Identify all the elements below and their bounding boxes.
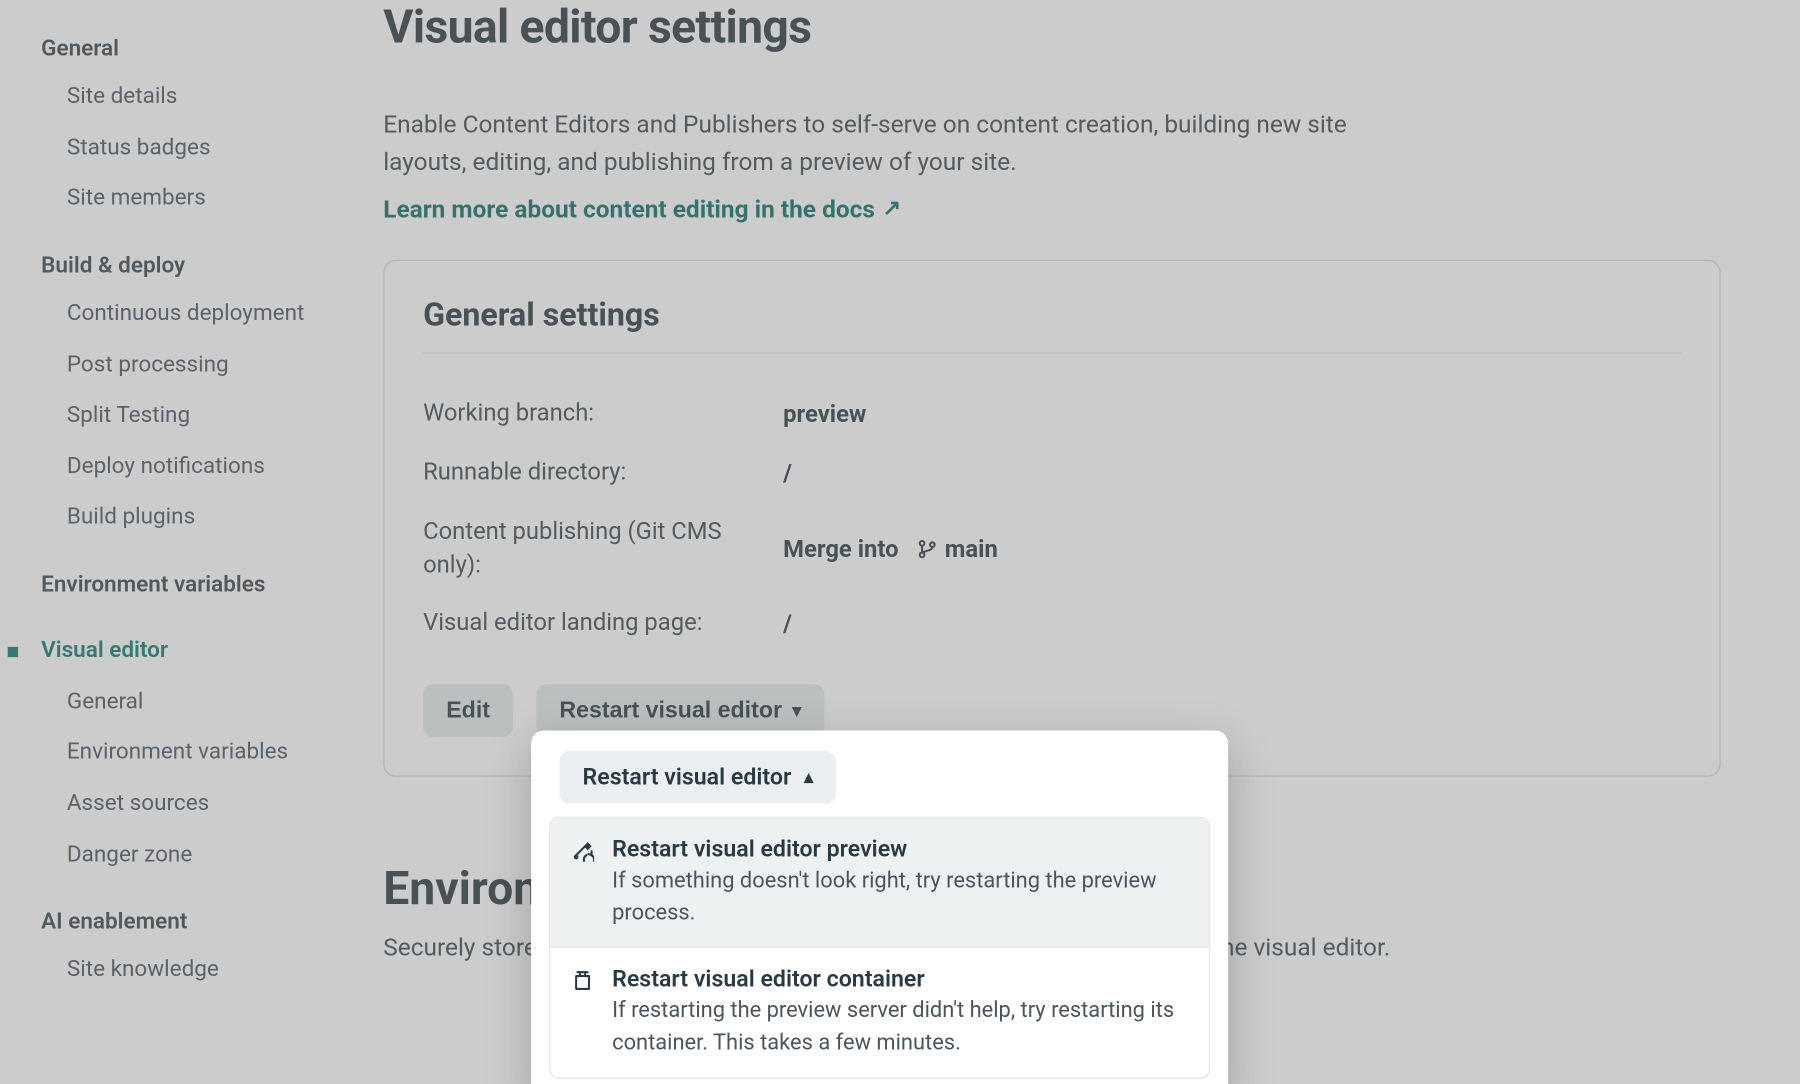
- menu-item-desc: If something doesn't look right, try res…: [612, 865, 1188, 928]
- nav-item-post-processing[interactable]: Post processing: [57, 340, 324, 391]
- chevron-up-icon: ▴: [804, 767, 813, 788]
- restart-menu: Restart visual editor preview If somethi…: [549, 817, 1210, 1079]
- menu-item-title: Restart visual editor container: [612, 966, 1188, 993]
- page-title: Visual editor settings: [383, 0, 1720, 54]
- restart-button-label: Restart visual editor: [559, 697, 782, 724]
- value-content-publishing: Merge into main: [783, 515, 998, 582]
- menu-item-restart-preview[interactable]: Restart visual editor preview If somethi…: [550, 818, 1208, 947]
- value-landing-page: /: [783, 608, 792, 641]
- nav-item-status-badges[interactable]: Status badges: [57, 123, 324, 174]
- row-content-publishing: Content publishing (Git CMS only): Merge…: [423, 502, 1681, 594]
- edit-button[interactable]: Edit: [423, 685, 513, 738]
- merge-into-text: Merge into: [783, 534, 898, 562]
- nav-item-site-details[interactable]: Site details: [57, 72, 324, 123]
- nav-item-build-plugins[interactable]: Build plugins: [57, 493, 324, 544]
- nav-item-split-testing[interactable]: Split Testing: [57, 391, 324, 442]
- nav-group-visual-editor[interactable]: Visual editor: [31, 626, 324, 677]
- restart-container-icon: [571, 966, 597, 1059]
- git-branch-icon: [917, 538, 938, 559]
- nav-item-site-knowledge[interactable]: Site knowledge: [57, 945, 324, 996]
- menu-item-restart-container[interactable]: Restart visual editor container If resta…: [550, 947, 1208, 1077]
- nav-item-site-members[interactable]: Site members: [57, 174, 324, 225]
- settings-sidebar: General Site details Status badges Site …: [0, 0, 345, 1031]
- row-working-branch: Working branch: preview: [423, 384, 1681, 443]
- menu-item-desc: If restarting the preview server didn't …: [612, 996, 1188, 1059]
- restart-popover-trigger[interactable]: Restart visual editor ▴: [559, 751, 836, 804]
- restart-popover-trigger-label: Restart visual editor: [583, 764, 792, 791]
- value-runnable-dir: /: [783, 456, 792, 489]
- restart-visual-editor-button[interactable]: Restart visual editor ▾: [536, 685, 824, 738]
- value-working-branch: preview: [783, 397, 866, 430]
- label-landing-page: Visual editor landing page:: [423, 608, 783, 641]
- label-content-publishing: Content publishing (Git CMS only):: [423, 515, 783, 582]
- nav-item-continuous-deployment[interactable]: Continuous deployment: [57, 289, 324, 340]
- nav-item-deploy-notifications[interactable]: Deploy notifications: [57, 442, 324, 493]
- menu-item-title: Restart visual editor preview: [612, 836, 1188, 863]
- page-description: Enable Content Editors and Publishers to…: [383, 105, 1412, 181]
- general-settings-card: General settings Working branch: preview…: [383, 260, 1720, 778]
- row-runnable-dir: Runnable directory: /: [423, 443, 1681, 502]
- external-arrow-icon: ↗: [883, 196, 901, 222]
- label-runnable-dir: Runnable directory:: [423, 456, 783, 489]
- nav-item-ve-general[interactable]: General: [57, 677, 324, 728]
- docs-link-label: Learn more about content editing in the …: [383, 194, 875, 224]
- nav-group-general[interactable]: General: [31, 26, 324, 72]
- docs-link[interactable]: Learn more about content editing in the …: [383, 194, 901, 224]
- nav-item-ve-asset-sources[interactable]: Asset sources: [57, 779, 324, 830]
- nav-group-ai-enablement[interactable]: AI enablement: [31, 899, 324, 945]
- card-title: General settings: [423, 297, 1681, 354]
- branch-name: main: [945, 534, 998, 562]
- row-landing-page: Visual editor landing page: /: [423, 595, 1681, 654]
- label-working-branch: Working branch:: [423, 397, 783, 430]
- restart-popover: Restart visual editor ▴ Restart visual e…: [531, 730, 1228, 1084]
- nav-item-ve-env-vars[interactable]: Environment variables: [57, 728, 324, 779]
- nav-group-build-deploy[interactable]: Build & deploy: [31, 243, 324, 289]
- restart-preview-icon: [571, 836, 597, 929]
- chevron-down-icon: ▾: [792, 700, 801, 722]
- nav-group-env-vars[interactable]: Environment variables: [31, 562, 324, 608]
- nav-item-ve-danger-zone[interactable]: Danger zone: [57, 830, 324, 881]
